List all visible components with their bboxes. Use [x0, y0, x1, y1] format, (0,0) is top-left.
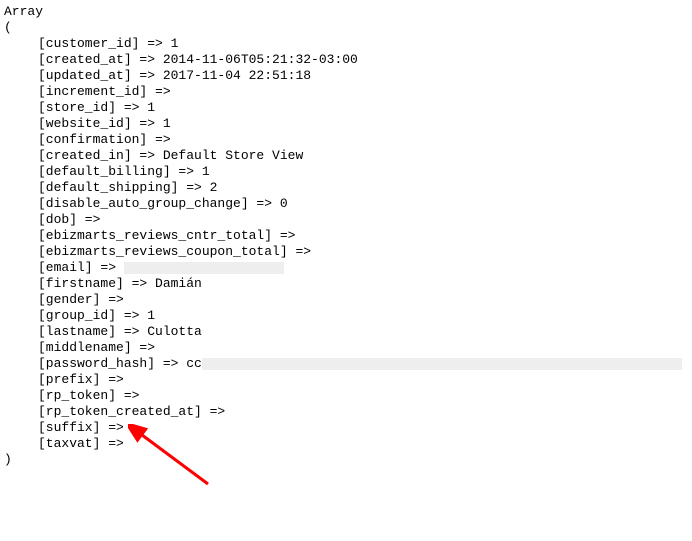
- array-entry: [prefix] =>: [4, 372, 688, 388]
- array-entry: [confirmation] =>: [4, 132, 688, 148]
- array-entry: [default_shipping] => 2: [4, 180, 688, 196]
- array-entry: [store_id] => 1: [4, 100, 688, 116]
- array-entry: [taxvat] =>: [4, 436, 688, 452]
- array-entry: [increment_id] =>: [4, 84, 688, 100]
- array-entry: [suffix] =>: [4, 420, 688, 436]
- array-entry: [lastname] => Culotta: [4, 324, 688, 340]
- array-entries: [customer_id] => 1[created_at] => 2014-1…: [4, 36, 688, 452]
- paren-open: (: [4, 20, 688, 36]
- array-entry: [disable_auto_group_change] => 0: [4, 196, 688, 212]
- array-entry: [dob] =>: [4, 212, 688, 228]
- array-entry: [gender] =>: [4, 292, 688, 308]
- array-entry: [firstname] => Damián: [4, 276, 688, 292]
- array-entry: [updated_at] => 2017-11-04 22:51:18: [4, 68, 688, 84]
- paren-close: ): [4, 452, 688, 468]
- redacted-block: [202, 358, 682, 370]
- array-entry: [default_billing] => 1: [4, 164, 688, 180]
- array-entry: [created_at] => 2014-11-06T05:21:32-03:0…: [4, 52, 688, 68]
- array-entry: [group_id] => 1: [4, 308, 688, 324]
- array-entry: [ebizmarts_reviews_coupon_total] =>: [4, 244, 688, 260]
- array-entry: [email] =>: [4, 260, 688, 276]
- array-entry: [created_in] => Default Store View: [4, 148, 688, 164]
- array-entry: [website_id] => 1: [4, 116, 688, 132]
- array-entry: [rp_token] =>: [4, 388, 688, 404]
- array-entry: [password_hash] => cc: [4, 356, 688, 372]
- array-header: Array: [4, 4, 688, 20]
- array-entry: [rp_token_created_at] =>: [4, 404, 688, 420]
- array-entry: [customer_id] => 1: [4, 36, 688, 52]
- array-entry: [ebizmarts_reviews_cntr_total] =>: [4, 228, 688, 244]
- redacted-block: [124, 262, 284, 274]
- array-entry: [middlename] =>: [4, 340, 688, 356]
